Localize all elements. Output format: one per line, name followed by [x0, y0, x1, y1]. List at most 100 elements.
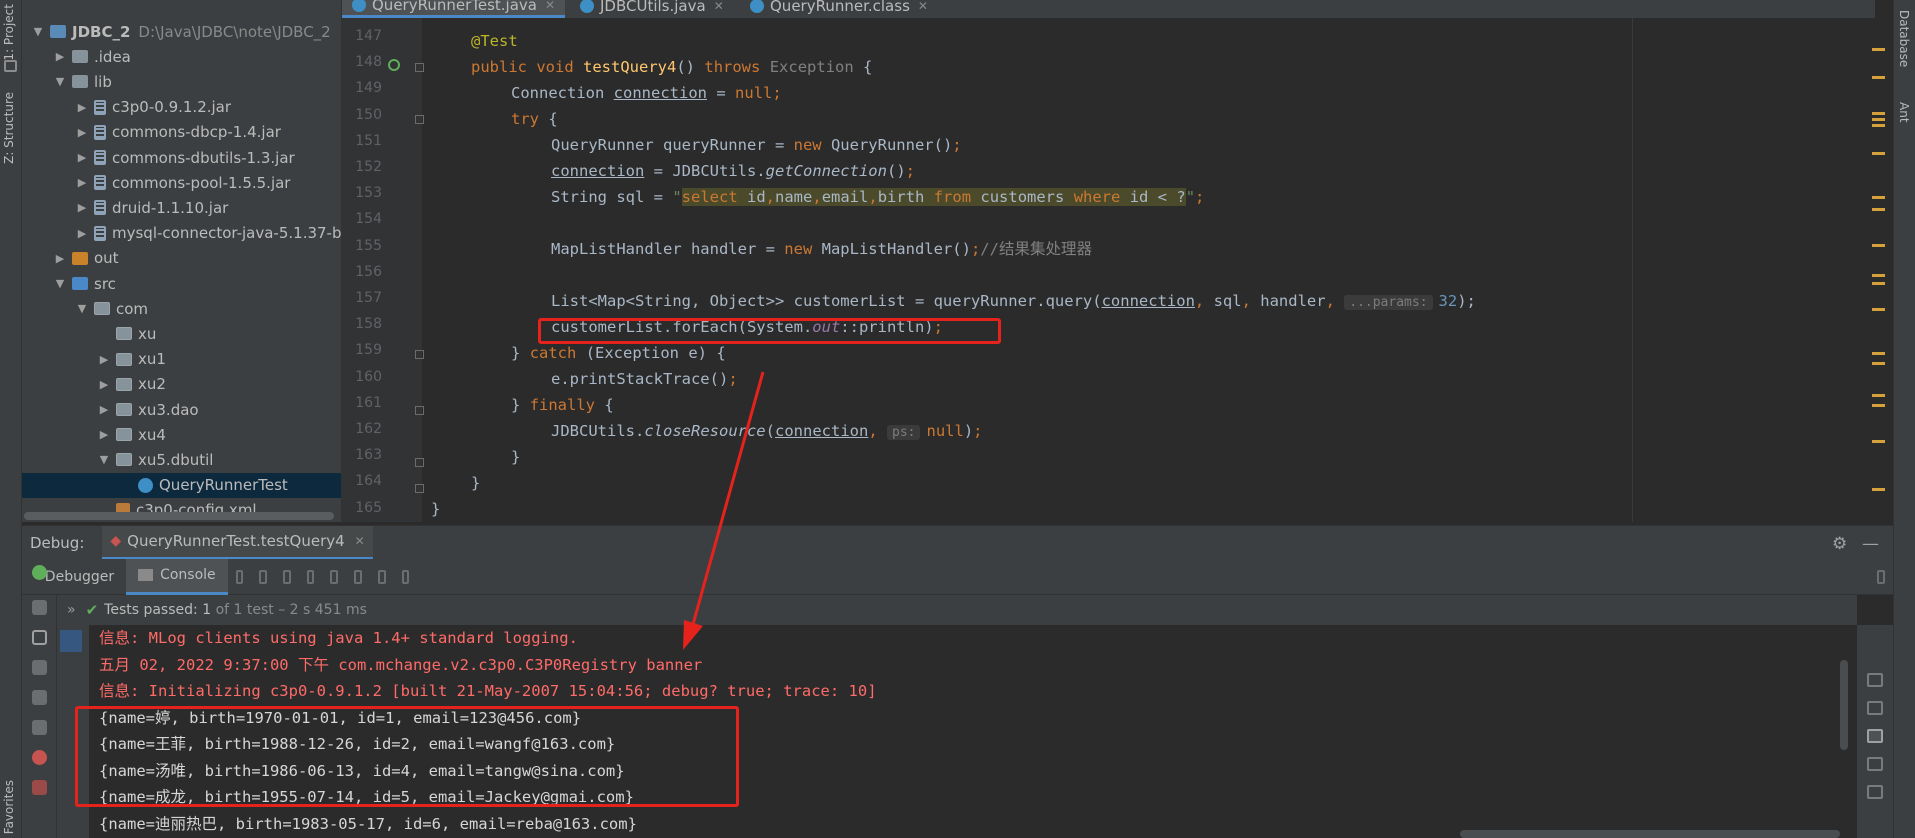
debug-session-tab[interactable]: ◆ QueryRunnerTest.testQuery4 ✕ [102, 525, 373, 560]
warning-marker[interactable] [1872, 488, 1885, 491]
tree-item[interactable]: ▶ xu4 [22, 422, 341, 447]
tree-item[interactable]: ▶ commons-dbcp-1.4.jar [22, 120, 341, 145]
evaluate-expression-icon[interactable] [377, 569, 386, 584]
console-filter-icon[interactable] [60, 630, 82, 652]
collapsed-arrow-icon[interactable]: ▶ [96, 428, 112, 441]
project-tool-tab[interactable]: 1: Project [2, 4, 16, 61]
warning-marker[interactable] [1872, 394, 1885, 397]
tree-item[interactable]: ▶ commons-dbutils-1.3.jar [22, 145, 341, 170]
trace-icon[interactable] [401, 569, 410, 584]
warning-marker[interactable] [1872, 362, 1885, 365]
fold-marker-icon[interactable] [415, 115, 424, 124]
console-horizontal-scrollbar[interactable] [1460, 830, 1840, 838]
database-tool-tab[interactable]: Database [1897, 10, 1911, 67]
restart-icon[interactable] [32, 630, 47, 645]
wrench-icon[interactable] [32, 600, 47, 615]
collapsed-arrow-icon[interactable]: ▶ [96, 378, 112, 391]
resume-icon[interactable] [32, 660, 47, 675]
tree-item[interactable]: QueryRunnerTest [22, 472, 341, 498]
console-vertical-scrollbar[interactable] [1840, 660, 1848, 750]
fold-marker-icon[interactable] [415, 484, 424, 493]
collapsed-arrow-icon[interactable]: ▶ [74, 227, 90, 240]
warning-marker[interactable] [1872, 118, 1885, 121]
run-to-cursor-icon[interactable] [354, 569, 362, 584]
tree-item[interactable]: ▶ out [22, 246, 341, 271]
warning-marker[interactable] [1872, 196, 1885, 199]
close-icon[interactable]: ✕ [355, 534, 365, 548]
project-panel-icon[interactable] [4, 60, 17, 72]
collapsed-arrow-icon[interactable]: ▶ [74, 151, 90, 164]
scroll-to-end-icon[interactable] [1867, 729, 1883, 743]
close-icon[interactable]: ✕ [545, 0, 555, 12]
collapsed-arrow-icon[interactable]: ▶ [74, 126, 90, 139]
close-icon[interactable]: ✕ [714, 0, 724, 13]
error-stripe[interactable] [1870, 18, 1886, 522]
tab-queryrunnertest-java[interactable]: QueryRunnerTest.java ✕ [342, 0, 566, 18]
tab-jdbcutils-java[interactable]: JDBCUtils.java ✕ [570, 0, 734, 18]
tab-debugger[interactable]: Debugger [33, 559, 126, 595]
warning-marker[interactable] [1872, 124, 1885, 127]
fold-marker-icon[interactable] [415, 458, 424, 467]
close-icon[interactable]: ✕ [918, 0, 928, 13]
warning-marker[interactable] [1872, 48, 1885, 51]
collapsed-arrow-icon[interactable]: ▶ [96, 403, 112, 416]
step-over-icon[interactable] [259, 569, 268, 584]
warning-marker[interactable] [1872, 274, 1885, 277]
fold-marker-icon[interactable] [415, 406, 424, 415]
soft-wrap-icon[interactable] [1867, 701, 1883, 715]
clear-all-icon[interactable] [1867, 785, 1883, 799]
tree-item[interactable]: xu [22, 321, 341, 346]
tree-item[interactable]: ▶ xu3.dao [22, 397, 341, 422]
expanded-arrow-icon[interactable]: ▼ [52, 277, 68, 290]
collapsed-arrow-icon[interactable]: ▶ [74, 201, 90, 214]
project-horizontal-scrollbar[interactable] [24, 512, 334, 520]
tree-item[interactable]: ▶ mysql-connector-java-5.1.37-b [22, 221, 341, 246]
force-step-into-icon[interactable] [306, 569, 315, 584]
editor-gutter[interactable]: 147 148 149 150 151 152 153 154 155 156 157 158 159 1… [342, 18, 422, 522]
pause-icon[interactable] [32, 690, 47, 705]
tree-item[interactable]: ▼ src [22, 271, 341, 296]
tree-item[interactable]: ▼ lib [22, 69, 341, 94]
collapsed-arrow-icon[interactable]: ▶ [74, 101, 90, 114]
collapsed-arrow-icon[interactable]: ▶ [52, 252, 68, 265]
tree-item[interactable]: ▼ com [22, 296, 341, 321]
mute-breakpoints-icon[interactable] [32, 780, 47, 795]
code-editor[interactable]: @Test public void testQuery4() throws Ex… [430, 18, 1870, 522]
tree-item[interactable]: ▶ c3p0-0.9.1.2.jar [22, 95, 341, 120]
warning-marker[interactable] [1872, 152, 1885, 155]
warning-marker[interactable] [1872, 208, 1885, 211]
warning-marker[interactable] [1872, 76, 1885, 79]
arrow-down-icon[interactable] [1867, 673, 1883, 687]
tree-item[interactable]: ▶ xu1 [22, 347, 341, 372]
warning-marker[interactable] [1872, 440, 1885, 443]
structure-tool-tab[interactable]: Z: Structure [2, 92, 16, 164]
warning-marker[interactable] [1872, 112, 1885, 115]
view-breakpoints-icon[interactable] [32, 750, 47, 765]
favorites-tool-tab[interactable]: Favorites [2, 780, 16, 834]
warning-marker[interactable] [1872, 308, 1885, 311]
tree-item[interactable]: ▶ xu2 [22, 372, 341, 397]
threads-icon[interactable] [235, 569, 244, 584]
step-out-icon[interactable] [330, 569, 339, 584]
warning-marker[interactable] [1872, 282, 1885, 285]
warning-marker[interactable] [1872, 404, 1885, 407]
warning-marker[interactable] [1872, 244, 1885, 247]
tree-item[interactable]: ▼ xu5.dbutil [22, 447, 341, 472]
expanded-arrow-icon[interactable]: ▼ [74, 302, 90, 315]
expanded-arrow-icon[interactable]: ▼ [52, 75, 68, 88]
rerun-icon[interactable] [32, 565, 47, 580]
arrow-up-icon[interactable] [1867, 645, 1883, 659]
collapsed-arrow-icon[interactable]: ▶ [52, 50, 68, 63]
expanded-arrow-icon[interactable]: ▼ [30, 25, 46, 38]
warning-marker[interactable] [1872, 352, 1885, 355]
tree-item[interactable]: ▶ commons-pool-1.5.5.jar [22, 170, 341, 195]
stop-icon[interactable] [32, 720, 47, 735]
gear-icon[interactable]: ⚙ [1832, 534, 1847, 554]
collapsed-arrow-icon[interactable]: ▶ [96, 353, 112, 366]
expanded-arrow-icon[interactable]: ▼ [96, 453, 112, 466]
fold-marker-icon[interactable] [415, 63, 424, 72]
expand-icon[interactable]: » [67, 602, 76, 618]
ant-tool-tab[interactable]: Ant [1897, 102, 1911, 123]
step-into-icon[interactable] [283, 569, 291, 584]
print-icon[interactable] [1867, 757, 1883, 771]
